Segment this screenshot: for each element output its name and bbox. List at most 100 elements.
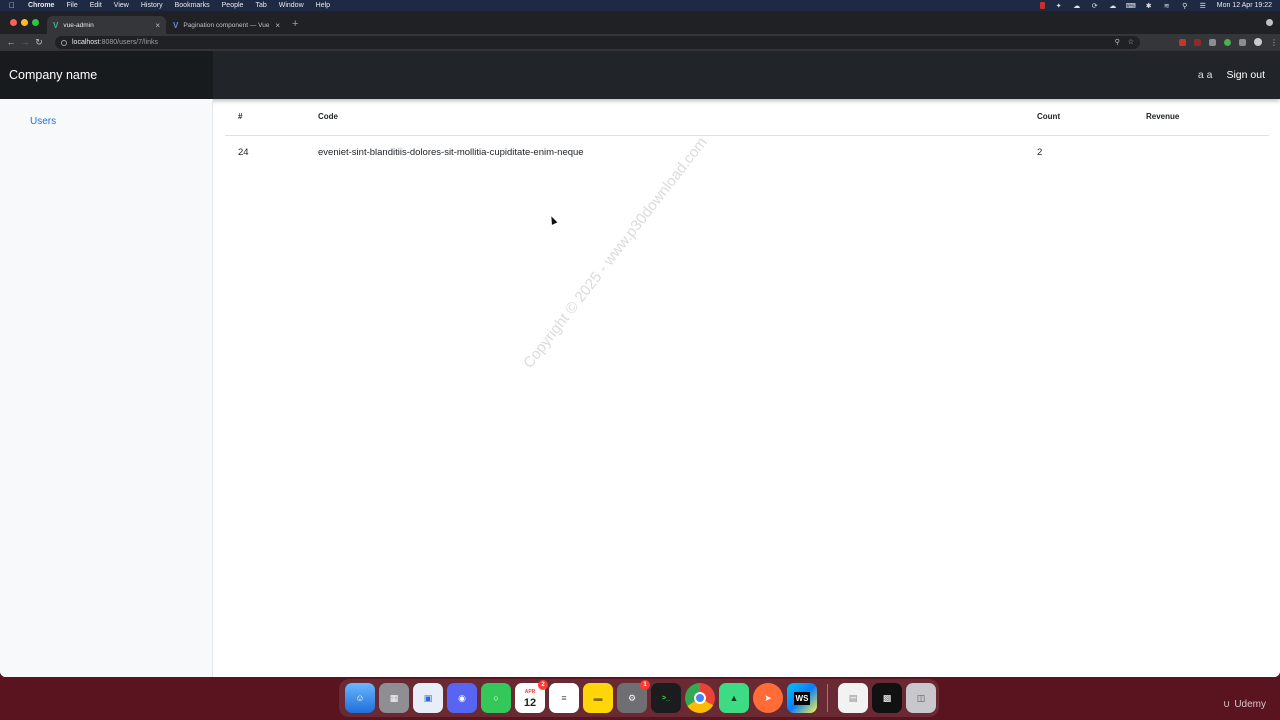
menu-tab[interactable]: Tab [255,0,266,11]
sidebar-item-users[interactable]: Users [30,116,56,127]
launchpad-icon[interactable]: ▦ [379,683,409,713]
apple-icon[interactable]:  [9,0,19,11]
terminal-icon[interactable]: >_ [651,683,681,713]
trash-icon[interactable]: ◫ [906,683,936,713]
new-tab-button[interactable]: + [292,18,298,30]
table-row: 24 eveniet-sint-blanditiis-dolores-sit-m… [225,135,1269,169]
extensions-puzzle-icon[interactable] [1239,38,1246,46]
extension-green-icon[interactable] [1224,38,1231,46]
close-tab-icon[interactable]: × [155,21,160,30]
dock-separator [827,684,828,712]
menu-bar-clock[interactable]: Mon 12 Apr 19:22 [1217,2,1272,9]
site-info-icon[interactable] [61,39,67,46]
chrome-icon[interactable] [685,683,715,713]
menu-file[interactable]: File [66,0,77,11]
web-page: Company name a a Sign out Users # Code C… [0,51,1280,677]
system-preferences-badge: 1 [640,680,650,690]
tab-title: Pagination component — Vue [183,21,270,29]
links-table-container: # Code Count Revenue 24 eveniet-sint-bla… [225,99,1269,169]
forward-icon[interactable]: → [18,34,32,51]
calendar-icon[interactable]: APR 12 2 [515,680,548,713]
extension-grey-icon[interactable] [1209,38,1216,46]
vue-favicon-icon: V [53,20,59,30]
browser-window: V vue-admin × V Pagination component — V… [0,11,1280,677]
chrome-profile-icon[interactable] [1266,19,1273,26]
preview-document-icon[interactable]: ▤ [838,683,868,713]
android-studio-icon[interactable]: ▲ [719,683,749,713]
sync-icon[interactable]: ⟳ [1091,2,1099,10]
postman-icon[interactable]: ➤ [753,683,783,713]
back-icon[interactable]: ← [4,34,18,51]
column-header-count: Count [1024,99,1133,136]
cell-count: 2 [1037,146,1043,158]
vuetify-favicon-icon: V [173,20,179,30]
menu-history[interactable]: History [141,0,163,11]
menu-bookmarks[interactable]: Bookmarks [175,0,210,11]
column-header-code: Code [305,99,1024,136]
udemy-label: Udemy [1234,699,1266,710]
table-header-row: # Code Count Revenue [225,99,1269,136]
zoom-window-button[interactable] [32,19,39,26]
keynote-icon[interactable]: ▣ [413,683,443,713]
zoom-icon[interactable]: ⚲ [1115,36,1120,49]
extension-icons: ⋮ [1179,38,1278,46]
column-header-id: # [225,99,305,136]
top-navbar: Company name a a Sign out [0,51,1280,99]
spotlight-search-icon[interactable]: ⚲ [1181,2,1189,10]
extension-red-icon[interactable] [1179,38,1186,46]
bookmark-star-icon[interactable]: ☆ [1128,36,1134,49]
calendar-badge: 2 [538,680,548,690]
reminders-icon[interactable]: ≡ [549,683,579,713]
macos-menu-bar:  Chrome File Edit View History Bookmark… [0,0,1280,11]
webstorm-icon[interactable]: WS [787,683,817,713]
cell-revenue [1133,135,1269,169]
menu-app-name[interactable]: Chrome [28,0,54,11]
browser-toolbar: ← → ↻ localhost:8080/users/7/links ⚲ ☆ ⋮ [0,34,1280,51]
keyboard-icon[interactable]: ⌨ [1126,2,1136,10]
minimize-window-button[interactable] [21,19,28,26]
close-tab-icon[interactable]: × [275,21,280,30]
tab-strip: V vue-admin × V Pagination component — V… [0,11,1280,34]
reload-icon[interactable]: ↻ [32,34,46,51]
bluetooth-icon[interactable]: ✱ [1145,2,1153,10]
tab-title: vue-admin [63,21,94,29]
cloud-icon[interactable]: ☁ [1073,2,1081,10]
links-table: # Code Count Revenue 24 eveniet-sint-bla… [225,99,1269,169]
user-name-link[interactable]: a a [1198,69,1213,81]
tab-vue-admin[interactable]: V vue-admin × [47,16,166,34]
profile-avatar-icon[interactable] [1254,38,1262,46]
feather-icon[interactable]: ✦ [1055,2,1063,10]
sign-out-link[interactable]: Sign out [1226,69,1265,81]
control-center-icon[interactable]: ☰ [1199,2,1207,10]
menu-help[interactable]: Help [316,0,330,11]
recording-icon[interactable] [1039,2,1045,9]
discord-icon[interactable]: ◉ [447,683,477,713]
notes-icon[interactable]: ▬ [583,683,613,713]
messages-icon[interactable]: ○ [481,683,511,713]
address-bar[interactable]: localhost:8080/users/7/links ⚲ ☆ [55,36,1140,49]
url-path: :8080/users/7/links [99,39,159,46]
cell-code: eveniet-sint-blanditiis-dolores-sit-moll… [318,146,584,158]
macos-dock: ☺ ▦ ▣ ◉ ○ APR 12 2 ≡ ▬ ⚙ 1 >_ ▲ ➤ WS ▤ ▩… [339,679,939,717]
chrome-menu-icon[interactable]: ⋮ [1270,38,1278,46]
sidebar: Users [0,99,213,677]
tab-pagination-component[interactable]: V Pagination component — Vue × [167,16,286,34]
cell-id: 24 [238,146,249,158]
extension-dark-red-icon[interactable] [1194,38,1201,46]
finder-icon[interactable]: ☺ [345,683,375,713]
column-header-revenue: Revenue [1133,99,1269,136]
brand-link[interactable]: Company name [0,51,213,99]
mouse-cursor [548,215,558,225]
menu-view[interactable]: View [114,0,129,11]
menu-edit[interactable]: Edit [90,0,102,11]
menu-window[interactable]: Window [279,0,304,11]
cloud-sync-icon[interactable]: ☁ [1109,2,1117,10]
system-preferences-icon[interactable]: ⚙ 1 [617,680,650,713]
close-window-button[interactable] [10,19,17,26]
terminal-window-icon[interactable]: ▩ [872,683,902,713]
menu-people[interactable]: People [222,0,244,11]
udemy-u-icon: ∪ [1222,699,1231,710]
menu-bar-tray: ✦ ☁ ⟳ ☁ ⌨ ✱ ≋ ⚲ ☰ Mon 12 Apr 19:22 [1039,0,1272,11]
udemy-logo: ∪ Udemy [1223,699,1266,710]
wifi-icon[interactable]: ≋ [1163,2,1171,10]
